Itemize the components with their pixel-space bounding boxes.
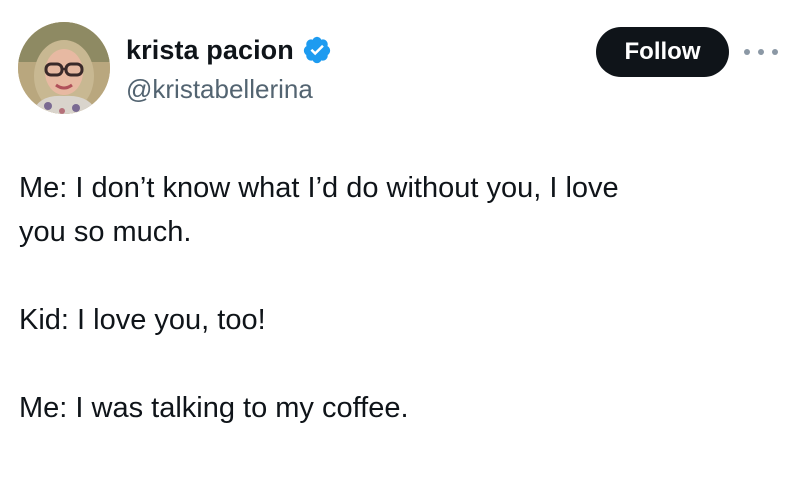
display-name[interactable]: krista pacion	[126, 35, 294, 66]
verified-badge-icon	[302, 35, 332, 65]
tweet-paragraph: Me: I don’t know what I’d do without you…	[19, 166, 779, 254]
follow-button[interactable]: Follow	[596, 27, 729, 77]
author-name-row: krista pacion	[126, 30, 332, 70]
avatar[interactable]	[18, 22, 110, 114]
author-handle[interactable]: @kristabellerina	[126, 74, 313, 105]
tweet-line: Me: I don’t know what I’d do without you…	[19, 172, 619, 204]
tweet-paragraph: Kid: I love you, too!	[19, 298, 779, 342]
tweet-line: Me: I was talking to my coffee.	[19, 392, 409, 424]
dot	[772, 49, 778, 55]
tweet-line: you so much.	[19, 216, 192, 248]
dot	[758, 49, 764, 55]
ellipsis-icon[interactable]	[744, 40, 778, 64]
dot	[744, 49, 750, 55]
tweet-text: Me: I don’t know what I’d do without you…	[19, 166, 779, 430]
profile-photo-icon	[18, 22, 110, 114]
tweet-paragraph: Me: I was talking to my coffee.	[19, 386, 779, 430]
tweet-card: krista pacion @kristabellerina Follow Me…	[0, 0, 800, 487]
tweet-line: Kid: I love you, too!	[19, 304, 266, 336]
